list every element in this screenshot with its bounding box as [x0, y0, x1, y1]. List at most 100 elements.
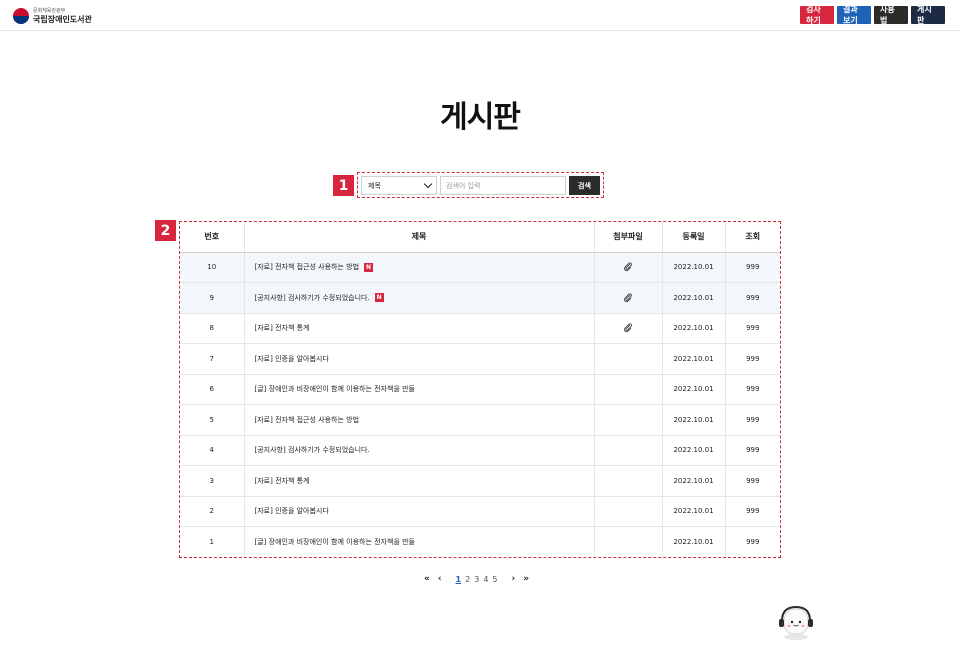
row-title-cell: [자료] 전자책 접근성 사용하는 방법: [244, 404, 595, 436]
row-number: 4: [180, 435, 245, 466]
row-views: 999: [746, 538, 760, 546]
page-number-link[interactable]: 4: [483, 575, 488, 584]
page-number-link[interactable]: 5: [492, 575, 497, 584]
page-number-link[interactable]: 3: [474, 575, 479, 584]
logo-text: 문화체육관광부 국립장애인도서관: [33, 8, 92, 24]
row-number: 7: [180, 343, 245, 375]
table-row[interactable]: 1 [글] 장애인과 비장애인이 함께 이용하는 전자책을 만들 2022.10.0…: [180, 526, 780, 557]
row-title-link[interactable]: [자료] 인증을 알아봅시다: [255, 507, 329, 515]
row-views: 999: [725, 282, 780, 314]
row-title-link[interactable]: [자료] 전자책 접근성 사용하는 방법: [255, 416, 360, 424]
table-row[interactable]: 5 [자료] 전자책 접근성 사용하는 방법 2022.10.01 999: [180, 404, 780, 436]
row-attachment-cell: [594, 404, 663, 436]
row-date: 2022.10.01: [662, 526, 726, 557]
row-date: 2022.10.01: [662, 313, 726, 344]
site-logo[interactable]: 문화체육관광부 국립장애인도서관: [13, 6, 92, 26]
row-date: 2022.10.01: [662, 252, 726, 283]
row-attachment-cell[interactable]: [594, 313, 663, 344]
table-row[interactable]: 3 [자료] 전자책 통계 2022.10.01 999: [180, 465, 780, 497]
row-date: 2022.10.01: [662, 496, 726, 527]
page-number-link[interactable]: 1: [456, 575, 462, 584]
taegeuk-emblem-icon: [13, 8, 29, 24]
page-title: 게시판: [440, 100, 521, 135]
row-date: 2022.10.01: [662, 282, 726, 314]
board-table: 번호 제목 첨부파일 등록일 조회 10 [자료] 전자책 접근성 사용하는 방법…: [180, 222, 780, 557]
search-button[interactable]: 검색: [569, 176, 600, 195]
row-title-link[interactable]: [글] 장애인과 비장애인이 함께 이용하는 전자책을 만들: [255, 385, 416, 393]
row-views: 999: [725, 496, 780, 527]
row-title-cell: [자료] 전자책 통계: [244, 313, 595, 344]
nav-howto-button[interactable]: 사용법: [874, 5, 908, 25]
first-page-button[interactable]: «: [424, 574, 430, 584]
row-title-link[interactable]: [공지사항] 검사하기가 수정되었습니다.: [255, 446, 370, 454]
row-views: 999: [725, 313, 780, 344]
row-attachment-cell: [594, 343, 663, 375]
row-title-link[interactable]: [자료] 인증을 알아봅시다: [255, 355, 329, 363]
paperclip-icon[interactable]: [623, 323, 633, 333]
row-views: 999: [725, 252, 780, 283]
search-field-select[interactable]: 제목: [361, 176, 437, 195]
col-header-views: 조회: [725, 222, 780, 253]
pagination: « ‹ 12345 › »: [424, 573, 529, 585]
row-number: 8: [180, 313, 245, 344]
search-select-value: 제목: [368, 181, 381, 190]
prev-page-button[interactable]: ‹: [438, 574, 442, 584]
row-number: 2: [180, 496, 245, 527]
nav-results-button[interactable]: 결과보기: [837, 5, 871, 25]
top-header: 문화체육관광부 국립장애인도서관 검사하기 결과보기 사용법 게시판: [0, 0, 960, 31]
row-number: 3: [180, 465, 245, 497]
table-row[interactable]: 4 [공지사항] 검사하기가 수정되었습니다. 2022.10.01 999: [180, 435, 780, 466]
row-title-cell: [자료] 전자책 접근성 사용하는 방법 N: [244, 252, 595, 283]
row-views: 999: [725, 404, 780, 436]
row-date: 2022.10.01: [662, 465, 726, 497]
table-row[interactable]: 2 [자료] 인증을 알아봅시다 2022.10.01 999: [180, 496, 780, 527]
table-row[interactable]: 10 [자료] 전자책 접근성 사용하는 방법 N 2022.10.01 999: [180, 252, 780, 283]
col-header-date: 등록일: [662, 222, 726, 253]
row-title-link[interactable]: [자료] 전자책 접근성 사용하는 방법: [255, 263, 360, 271]
row-attachment-cell: [594, 374, 663, 405]
paperclip-icon[interactable]: [623, 262, 633, 272]
chatbot-mascot-icon[interactable]: [776, 603, 816, 641]
row-title-cell: [공지사항] 검사하기가 수정되었습니다.: [244, 435, 595, 466]
row-attachment-cell: [594, 435, 663, 466]
table-row[interactable]: 6 [글] 장애인과 비장애인이 함께 이용하는 전자책을 만들 2022.10.0…: [180, 374, 780, 405]
row-attachment-cell: [594, 465, 663, 497]
row-title-cell: [자료] 인증을 알아봅시다: [244, 343, 595, 375]
row-attachment-cell[interactable]: [594, 252, 663, 283]
table-row[interactable]: 7 [자료] 인증을 알아봅시다 2022.10.01 999: [180, 343, 780, 375]
row-title-cell: [글] 장애인과 비장애인이 함께 이용하는 전자책을 만들: [244, 526, 595, 557]
row-title-link[interactable]: [자료] 전자책 통계: [255, 477, 310, 485]
row-title-cell: [자료] 전자책 통계: [244, 465, 595, 497]
table-row[interactable]: 8 [자료] 전자책 통계 2022.10.01 999: [180, 313, 780, 344]
search-input[interactable]: 검색어 입력: [440, 176, 566, 195]
row-title-link[interactable]: [공지사항] 검사하기가 수정되었습니다.: [255, 294, 370, 302]
nav-check-button[interactable]: 검사하기: [800, 5, 834, 25]
logo-library: 국립장애인도서관: [33, 14, 92, 24]
row-number: 9: [180, 282, 245, 314]
row-number: 1: [180, 526, 245, 557]
page-number-link[interactable]: 2: [465, 575, 470, 584]
row-views: 999: [725, 435, 780, 466]
table-header-row: 번호 제목 첨부파일 등록일 조회: [180, 222, 780, 253]
new-badge: N: [374, 293, 384, 303]
paperclip-icon[interactable]: [623, 293, 633, 302]
mascot-svg: [779, 605, 813, 640]
col-header-number: 번호: [180, 222, 245, 253]
table-row[interactable]: 9 [공지사항] 검사하기가 수정되었습니다. N 2022.10.01 999: [180, 282, 780, 314]
row-title-link[interactable]: [글] 장애인과 비장애인이 함께 이용하는 전자책을 만들: [255, 538, 416, 546]
next-page-button[interactable]: ›: [512, 574, 516, 584]
search-area: 제목 검색어 입력 검색: [357, 172, 604, 198]
row-date: 2022.10.01: [662, 404, 726, 436]
row-views: 999: [725, 374, 780, 405]
annotation-marker-1: 1: [333, 175, 354, 196]
row-attachment-cell[interactable]: [594, 282, 663, 314]
nav-board-button[interactable]: 게시판: [911, 5, 945, 25]
row-attachment-cell: [594, 526, 663, 557]
last-page-button[interactable]: »: [523, 574, 529, 584]
row-title-link[interactable]: [자료] 전자책 통계: [255, 324, 310, 332]
new-badge: N: [364, 262, 374, 272]
row-number: 6: [180, 374, 245, 405]
row-number: 10: [180, 252, 245, 283]
annotation-marker-2: 2: [155, 220, 176, 241]
row-number: 5: [180, 404, 245, 436]
